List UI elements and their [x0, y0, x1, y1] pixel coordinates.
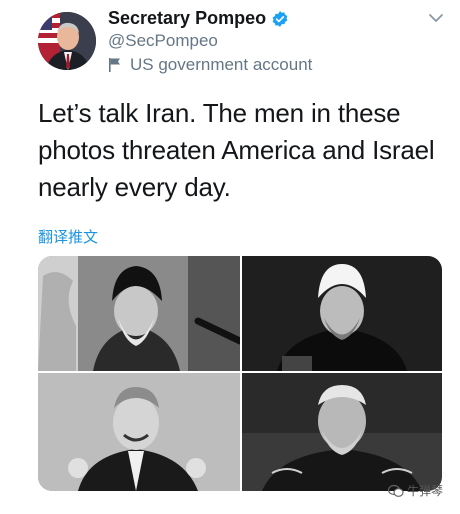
- avatar-portrait-image: [38, 12, 96, 70]
- translate-tweet-link[interactable]: 翻译推文: [38, 226, 98, 247]
- media-photo-1[interactable]: [38, 256, 240, 371]
- flag-icon: [109, 58, 120, 72]
- source-watermark: 牛弹琴: [388, 482, 443, 499]
- media-photo-3[interactable]: [38, 373, 240, 491]
- government-account-label: US government account: [130, 55, 313, 74]
- author-display-name-row[interactable]: Secretary Pompeo: [108, 8, 289, 29]
- author-display-name[interactable]: Secretary Pompeo: [108, 8, 266, 29]
- wechat-icon: [388, 484, 404, 497]
- tweet-media-grid[interactable]: [38, 256, 442, 491]
- tweet-text: Let’s talk Iran. The men in these photos…: [38, 98, 435, 202]
- government-account-label-row: US government account: [108, 55, 312, 75]
- author-handle[interactable]: @SecPompeo: [108, 31, 218, 51]
- chevron-down-icon[interactable]: [428, 12, 444, 24]
- author-avatar[interactable]: [38, 12, 96, 70]
- media-photo-4[interactable]: [242, 373, 442, 491]
- media-photo-2[interactable]: [242, 256, 442, 371]
- verified-badge-icon: [272, 10, 288, 27]
- watermark-text: 牛弹琴: [407, 484, 444, 498]
